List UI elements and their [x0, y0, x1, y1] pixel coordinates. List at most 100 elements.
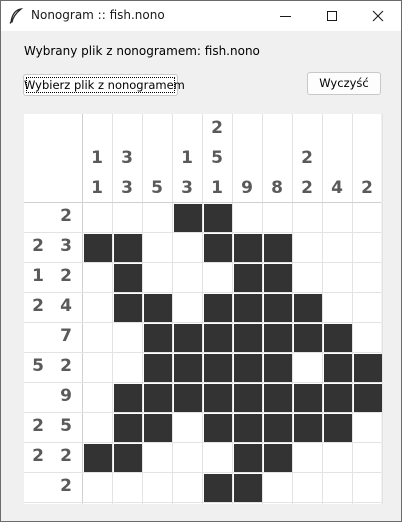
cell-empty[interactable]	[174, 444, 202, 472]
cell-filled[interactable]	[234, 414, 262, 442]
cell-filled[interactable]	[204, 204, 232, 232]
cell-filled[interactable]	[324, 414, 352, 442]
cell-filled[interactable]	[234, 444, 262, 472]
cell-filled[interactable]	[234, 474, 262, 502]
cell-filled[interactable]	[174, 204, 202, 232]
cell-empty[interactable]	[354, 474, 382, 502]
cell-filled[interactable]	[204, 414, 232, 442]
cell-empty[interactable]	[144, 204, 172, 232]
cell-filled[interactable]	[114, 234, 142, 262]
cell-filled[interactable]	[84, 444, 112, 472]
cell-empty[interactable]	[114, 324, 142, 352]
cell-filled[interactable]	[234, 324, 262, 352]
cell-empty[interactable]	[324, 474, 352, 502]
cell-empty[interactable]	[114, 474, 142, 502]
cell-filled[interactable]	[264, 294, 292, 322]
cell-empty[interactable]	[204, 444, 232, 472]
cell-filled[interactable]	[144, 414, 172, 442]
cell-empty[interactable]	[144, 234, 172, 262]
cell-empty[interactable]	[174, 474, 202, 502]
cell-empty[interactable]	[84, 294, 112, 322]
cell-empty[interactable]	[204, 264, 232, 292]
cell-empty[interactable]	[114, 204, 142, 232]
maximize-button[interactable]	[309, 1, 355, 31]
cell-filled[interactable]	[204, 324, 232, 352]
cell-filled[interactable]	[264, 324, 292, 352]
cell-filled[interactable]	[264, 234, 292, 262]
cell-empty[interactable]	[294, 474, 322, 502]
cell-filled[interactable]	[144, 384, 172, 412]
cell-empty[interactable]	[174, 264, 202, 292]
cell-filled[interactable]	[234, 264, 262, 292]
cell-empty[interactable]	[324, 204, 352, 232]
cell-empty[interactable]	[84, 354, 112, 382]
cell-filled[interactable]	[204, 474, 232, 502]
cell-empty[interactable]	[84, 204, 112, 232]
cell-empty[interactable]	[354, 294, 382, 322]
cell-filled[interactable]	[144, 294, 172, 322]
cell-empty[interactable]	[354, 264, 382, 292]
cell-empty[interactable]	[294, 234, 322, 262]
cell-filled[interactable]	[114, 294, 142, 322]
cell-empty[interactable]	[144, 444, 172, 472]
cell-filled[interactable]	[204, 384, 232, 412]
cell-empty[interactable]	[354, 234, 382, 262]
cell-empty[interactable]	[264, 474, 292, 502]
cell-empty[interactable]	[294, 264, 322, 292]
cell-filled[interactable]	[114, 264, 142, 292]
cell-filled[interactable]	[294, 414, 322, 442]
cell-empty[interactable]	[84, 324, 112, 352]
cell-filled[interactable]	[264, 264, 292, 292]
cell-filled[interactable]	[234, 384, 262, 412]
cell-empty[interactable]	[144, 264, 172, 292]
cell-filled[interactable]	[354, 354, 382, 382]
cell-empty[interactable]	[294, 204, 322, 232]
cell-filled[interactable]	[204, 354, 232, 382]
cell-empty[interactable]	[324, 444, 352, 472]
cell-filled[interactable]	[324, 354, 352, 382]
cell-empty[interactable]	[234, 204, 262, 232]
cell-empty[interactable]	[144, 474, 172, 502]
cell-filled[interactable]	[264, 384, 292, 412]
cell-empty[interactable]	[84, 414, 112, 442]
cell-filled[interactable]	[234, 234, 262, 262]
close-button[interactable]	[355, 1, 401, 31]
cell-empty[interactable]	[354, 324, 382, 352]
cell-empty[interactable]	[354, 444, 382, 472]
cell-empty[interactable]	[354, 204, 382, 232]
cell-filled[interactable]	[84, 234, 112, 262]
cell-filled[interactable]	[294, 294, 322, 322]
minimize-button[interactable]	[263, 1, 309, 31]
cell-filled[interactable]	[174, 324, 202, 352]
cell-empty[interactable]	[324, 264, 352, 292]
cell-filled[interactable]	[354, 384, 382, 412]
cell-empty[interactable]	[174, 234, 202, 262]
cell-filled[interactable]	[324, 384, 352, 412]
cell-filled[interactable]	[174, 354, 202, 382]
cell-filled[interactable]	[144, 354, 172, 382]
cell-filled[interactable]	[114, 444, 142, 472]
cell-empty[interactable]	[84, 264, 112, 292]
cell-empty[interactable]	[84, 384, 112, 412]
cell-filled[interactable]	[294, 384, 322, 412]
cell-empty[interactable]	[174, 414, 202, 442]
cell-filled[interactable]	[294, 324, 322, 352]
cell-filled[interactable]	[204, 234, 232, 262]
cell-empty[interactable]	[324, 294, 352, 322]
title-bar[interactable]: Nonogram :: fish.nono	[1, 1, 401, 31]
cell-empty[interactable]	[174, 294, 202, 322]
cell-empty[interactable]	[84, 474, 112, 502]
cell-empty[interactable]	[264, 204, 292, 232]
cell-filled[interactable]	[264, 444, 292, 472]
cell-empty[interactable]	[324, 234, 352, 262]
cell-empty[interactable]	[294, 354, 322, 382]
cell-filled[interactable]	[234, 354, 262, 382]
cell-filled[interactable]	[114, 384, 142, 412]
cell-filled[interactable]	[324, 324, 352, 352]
clear-button[interactable]: Wyczyść	[307, 72, 381, 95]
cell-filled[interactable]	[144, 324, 172, 352]
choose-file-button[interactable]: Wybierz plik z nonogramem	[23, 74, 185, 96]
cell-filled[interactable]	[174, 384, 202, 412]
cell-filled[interactable]	[234, 294, 262, 322]
cell-filled[interactable]	[114, 414, 142, 442]
